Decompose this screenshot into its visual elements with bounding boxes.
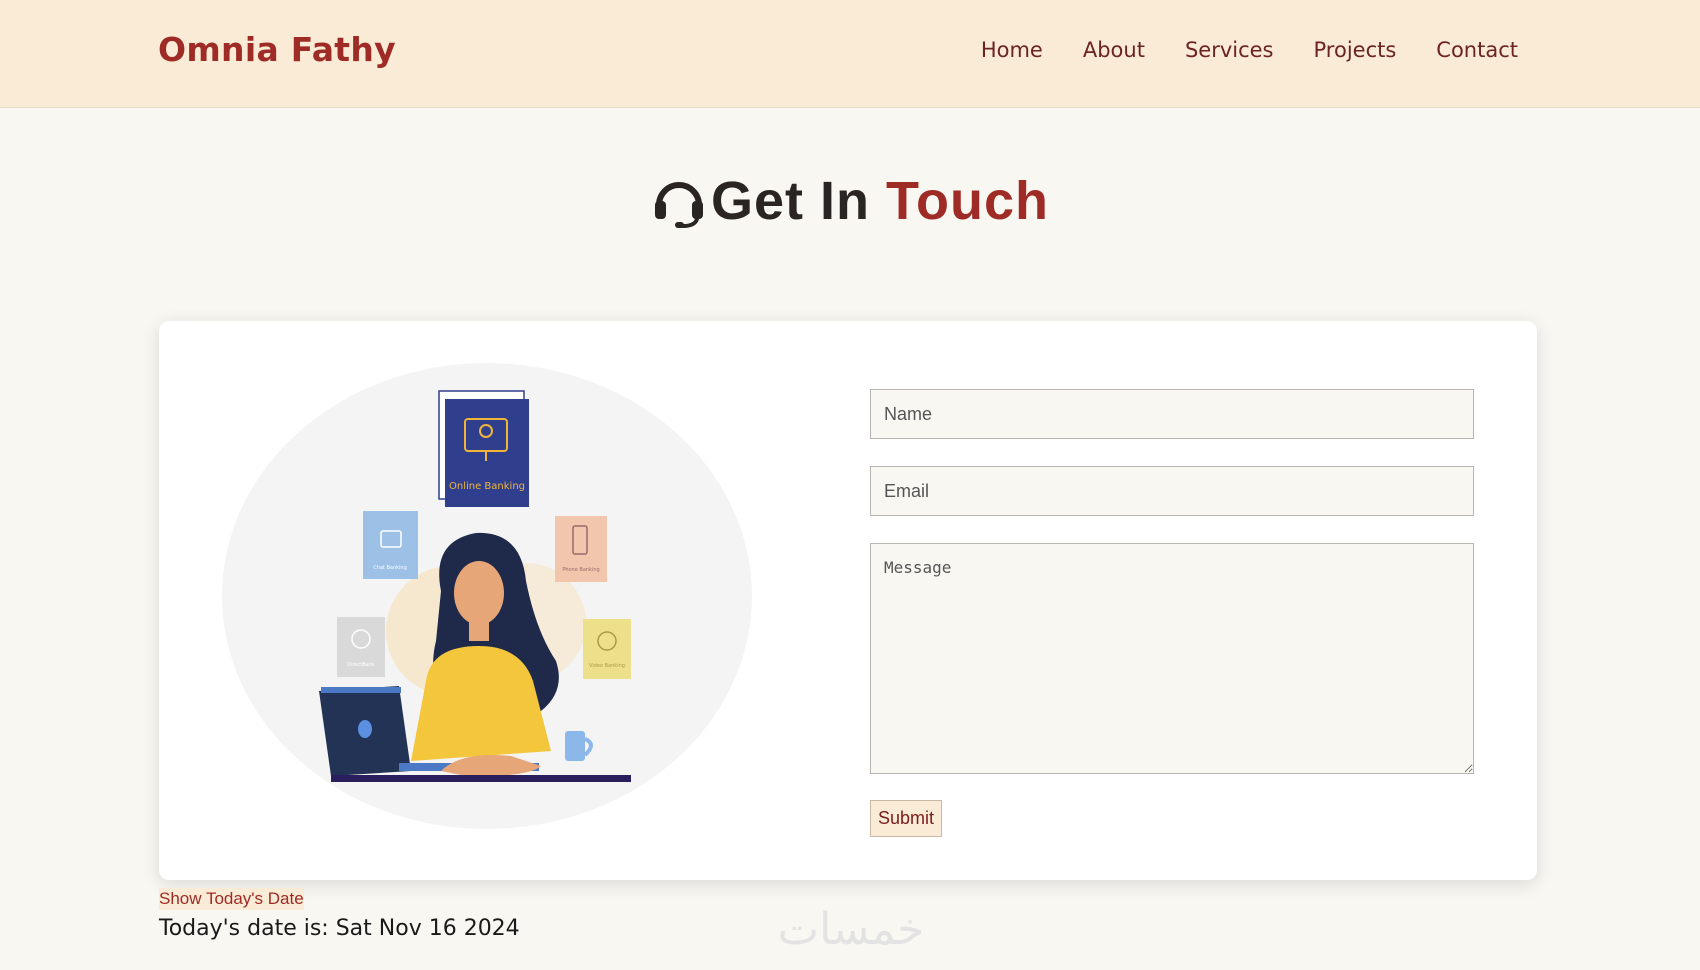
nav-about[interactable]: About — [1083, 38, 1145, 62]
contact-card: Online Banking Chat Banking Phone Bankin… — [159, 321, 1537, 880]
online-banking-label: Online Banking — [449, 481, 525, 492]
nav-projects[interactable]: Projects — [1314, 38, 1397, 62]
headset-icon — [655, 182, 703, 228]
heading-part1: Get In — [711, 171, 871, 231]
svg-text:خمسات: خمسات — [778, 904, 925, 955]
phone-banking-label: Phone Banking — [562, 567, 599, 573]
email-input[interactable] — [870, 466, 1474, 516]
nav-contact[interactable]: Contact — [1436, 38, 1518, 62]
show-date-button[interactable]: Show Today's Date — [159, 888, 304, 910]
video-banking-label: Video Banking — [589, 663, 625, 669]
name-input[interactable] — [870, 389, 1474, 439]
heading-accent: Touch — [886, 171, 1049, 231]
nav-services[interactable]: Services — [1185, 38, 1274, 62]
get-in-touch-heading: Get In Touch — [711, 170, 1049, 232]
chat-banking-label: Chat Banking — [373, 565, 407, 571]
nav-home[interactable]: Home — [981, 38, 1043, 62]
message-textarea[interactable] — [870, 543, 1474, 774]
main-nav: Home About Services Projects Contact — [981, 38, 1518, 62]
date-display: Today's date is: Sat Nov 16 2024 — [159, 916, 520, 941]
direct-bank-label: DirectBank — [347, 662, 375, 668]
site-header: Omnia Fathy Home About Services Projects… — [0, 0, 1700, 108]
brand-logo[interactable]: Omnia Fathy — [158, 30, 396, 69]
khamsat-watermark: خمسات — [778, 904, 925, 955]
contact-form: Submit — [870, 389, 1474, 837]
page-title: Get In Touch — [0, 170, 1700, 232]
submit-button[interactable]: Submit — [870, 800, 943, 837]
contact-illustration: Online Banking Chat Banking Phone Bankin… — [222, 363, 752, 829]
